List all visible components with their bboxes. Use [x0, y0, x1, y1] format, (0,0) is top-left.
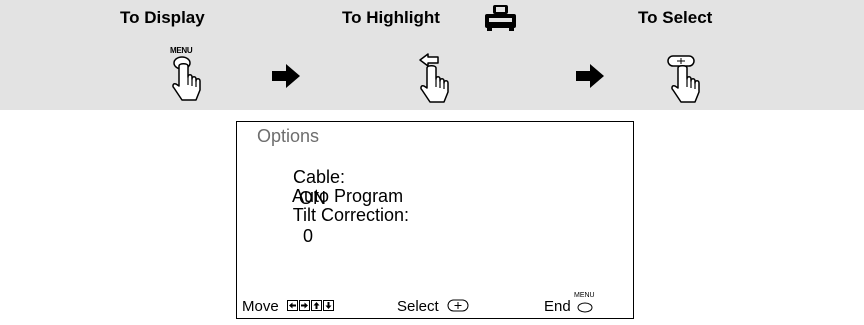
end-label: End — [544, 298, 571, 315]
arrow-right-icon — [272, 64, 300, 88]
select-label: Select — [397, 298, 439, 315]
arrow-left-key-icon — [287, 300, 298, 311]
joystick-push-icon — [667, 55, 700, 103]
arrow-down-key-icon — [323, 300, 334, 311]
osd-footer: Move Select End MENU — [237, 292, 633, 318]
to-select-label: To Select — [638, 8, 713, 27]
joystick-move-icon — [419, 53, 449, 103]
menu-title: Options — [257, 126, 320, 146]
menu-item-value: 0 — [303, 226, 314, 246]
tv-icon — [485, 5, 516, 31]
menu-item-tilt-correction[interactable]: Tilt Correction: 0 — [273, 184, 409, 268]
menu-key-icon: MENU — [574, 292, 596, 316]
arrow-up-key-icon — [311, 300, 322, 311]
to-display-label: To Display — [120, 8, 205, 27]
select-button-icon — [447, 299, 469, 312]
menu-button-press-icon: MENU — [170, 46, 210, 106]
arrow-right-key-icon — [299, 300, 310, 311]
menu-item-label: Tilt Correction: — [292, 205, 410, 225]
instruction-banner: To Display To Highlight To Select MENU — [0, 0, 864, 110]
to-highlight-label: To Highlight — [342, 8, 440, 27]
move-label: Move — [242, 298, 279, 315]
arrow-right-icon — [576, 64, 604, 88]
osd-menu-screen: Options Cable: ON Auto Program Tilt Corr… — [236, 121, 634, 319]
